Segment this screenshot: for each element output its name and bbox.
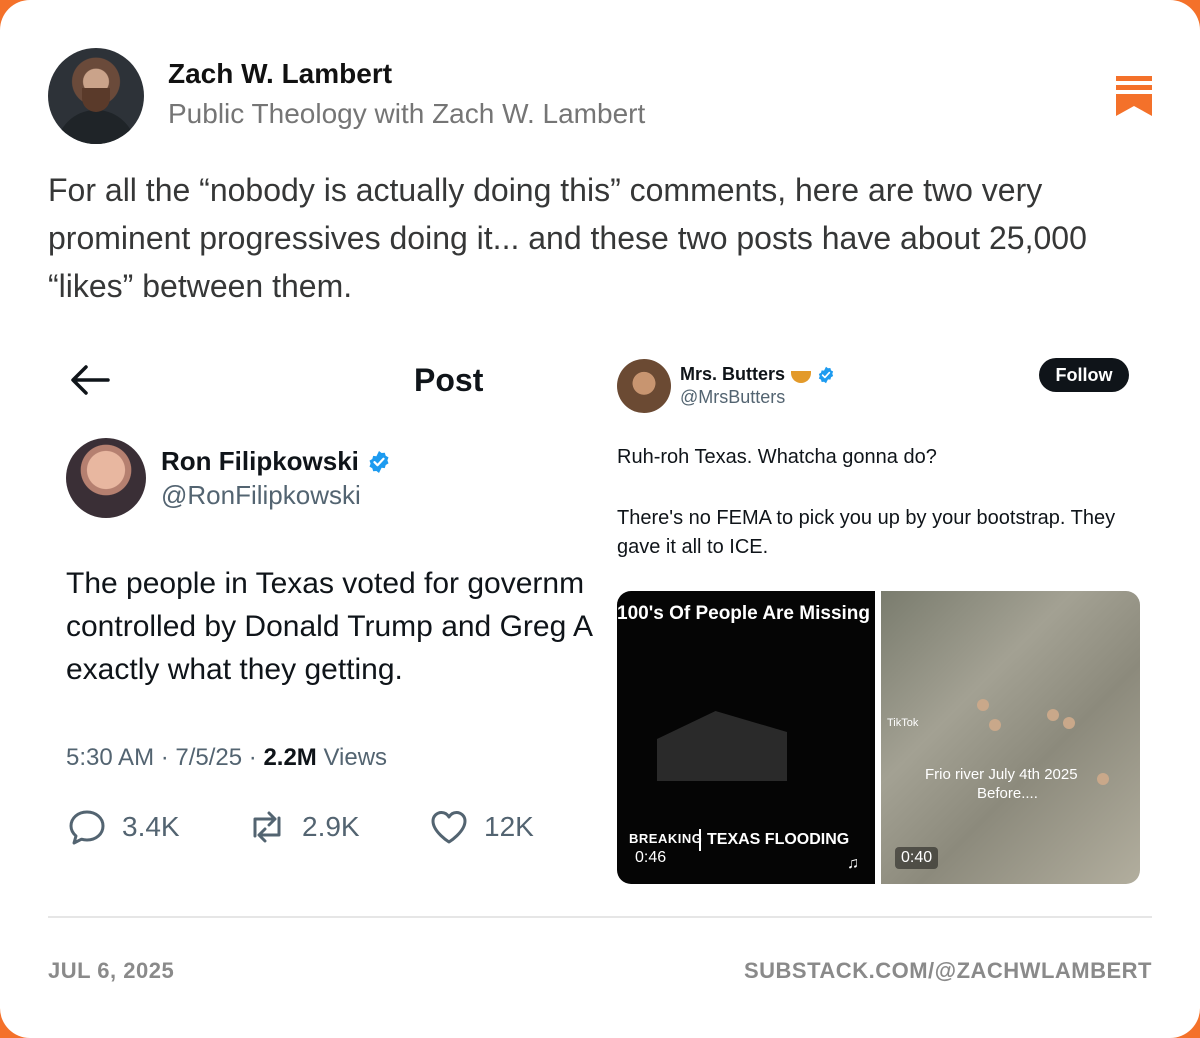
video-duration: 0:40 [895,847,939,869]
reply-action: 3.4K [66,806,180,848]
ron-name-row: Ron Filipkowski [161,446,391,477]
note-date: JUL 6, 2025 [48,958,175,983]
avatar-shirt [56,110,136,144]
like-action: 12K [428,806,534,848]
heart-icon [431,811,467,844]
reply-icon [69,810,105,845]
mrs-butters-handle: @MrsButters [680,387,786,407]
publication-name[interactable]: Public Theology with Zach W. Lambert [168,98,645,130]
embedded-post-left: Post Ron Filipkowski @RonFilipkowski The… [48,340,600,900]
repost-count: 2.9K [302,811,360,842]
person-figure [1063,717,1075,729]
profile-url[interactable]: SUBSTACK.COM/@ZACHWLAMBERT [744,958,1152,984]
butter-emoji-icon [791,370,812,383]
person-figure [1047,709,1059,721]
ron-text-line: The people in Texas voted for governm [66,567,585,600]
verified-badge-icon [818,366,834,383]
flooding-label: TEXAS FLOODING [707,831,850,848]
ron-post-meta: 5:30 AM · 7/5/25 · 2.2M Views [66,744,387,772]
note-text: For all the “nobody is actually doing th… [48,172,1087,304]
views-count: 2.2M [263,744,317,771]
author-name[interactable]: Zach W. Lambert [168,58,392,90]
caption-separator [699,829,701,851]
views-label: Views [316,744,388,771]
ron-text-line: exactly what they getting. [66,653,403,686]
video-thumbnail-river: TikTok Frio river July 4th 2025 Before..… [881,591,1140,884]
avatar-beard [82,88,110,112]
person-figure [1097,773,1109,785]
embedded-post-right: Mrs. Butters @MrsButters Follow Ruh-roh … [612,350,1152,890]
mrs-name-row: Mrs. Butters [680,364,835,385]
follow-button: Follow [1039,358,1129,392]
tiktok-watermark: TikTok [887,717,919,729]
ron-text-line: controlled by Donald Trump and Greg A [66,610,593,643]
mrs-butters-name: Mrs. Butters [680,364,786,384]
author-avatar[interactable] [48,48,144,144]
post-heading: Post [414,362,484,398]
footer-divider [48,916,1152,918]
repost-icon [253,811,281,843]
breaking-label: BREAKING [629,831,703,846]
video-duration: 0:46 [635,849,667,866]
like-count: 12K [484,811,534,842]
ron-post-text: The people in Texas voted for governm co… [66,562,600,691]
mrs-post-text-2: There's no FEMA to pick you up by your b… [617,507,1116,558]
video-thumbnail-flooding: 100's Of People Are Missing BREAKING TEX… [617,591,875,884]
back-arrow-icon [71,365,110,395]
note-card: Zach W. Lambert Public Theology with Zac… [0,0,1200,1038]
reply-count: 3.4K [122,811,180,842]
person-figure [977,699,989,711]
river-caption: Frio river July 4th 2025 [925,766,1078,783]
substack-logo-icon [1116,76,1152,116]
ron-avatar [66,438,146,518]
mrs-post-text-1: Ruh-roh Texas. Whatcha gonna do? [617,446,937,468]
person-figure [989,719,1001,731]
video-headline: 100's Of People Are Missing [617,603,871,624]
house-silhouette [657,711,787,781]
ron-name: Ron Filipkowski [161,446,359,476]
repost-action: 2.9K [246,806,360,848]
tiktok-icon: ♫ [847,855,859,872]
mrs-butters-avatar [617,359,671,413]
river-caption-before: Before.... [977,785,1038,802]
verified-badge-icon [369,450,389,473]
ron-handle: @RonFilipkowski [161,480,361,510]
post-timestamp: 5:30 AM · 7/5/25 · [66,744,264,771]
